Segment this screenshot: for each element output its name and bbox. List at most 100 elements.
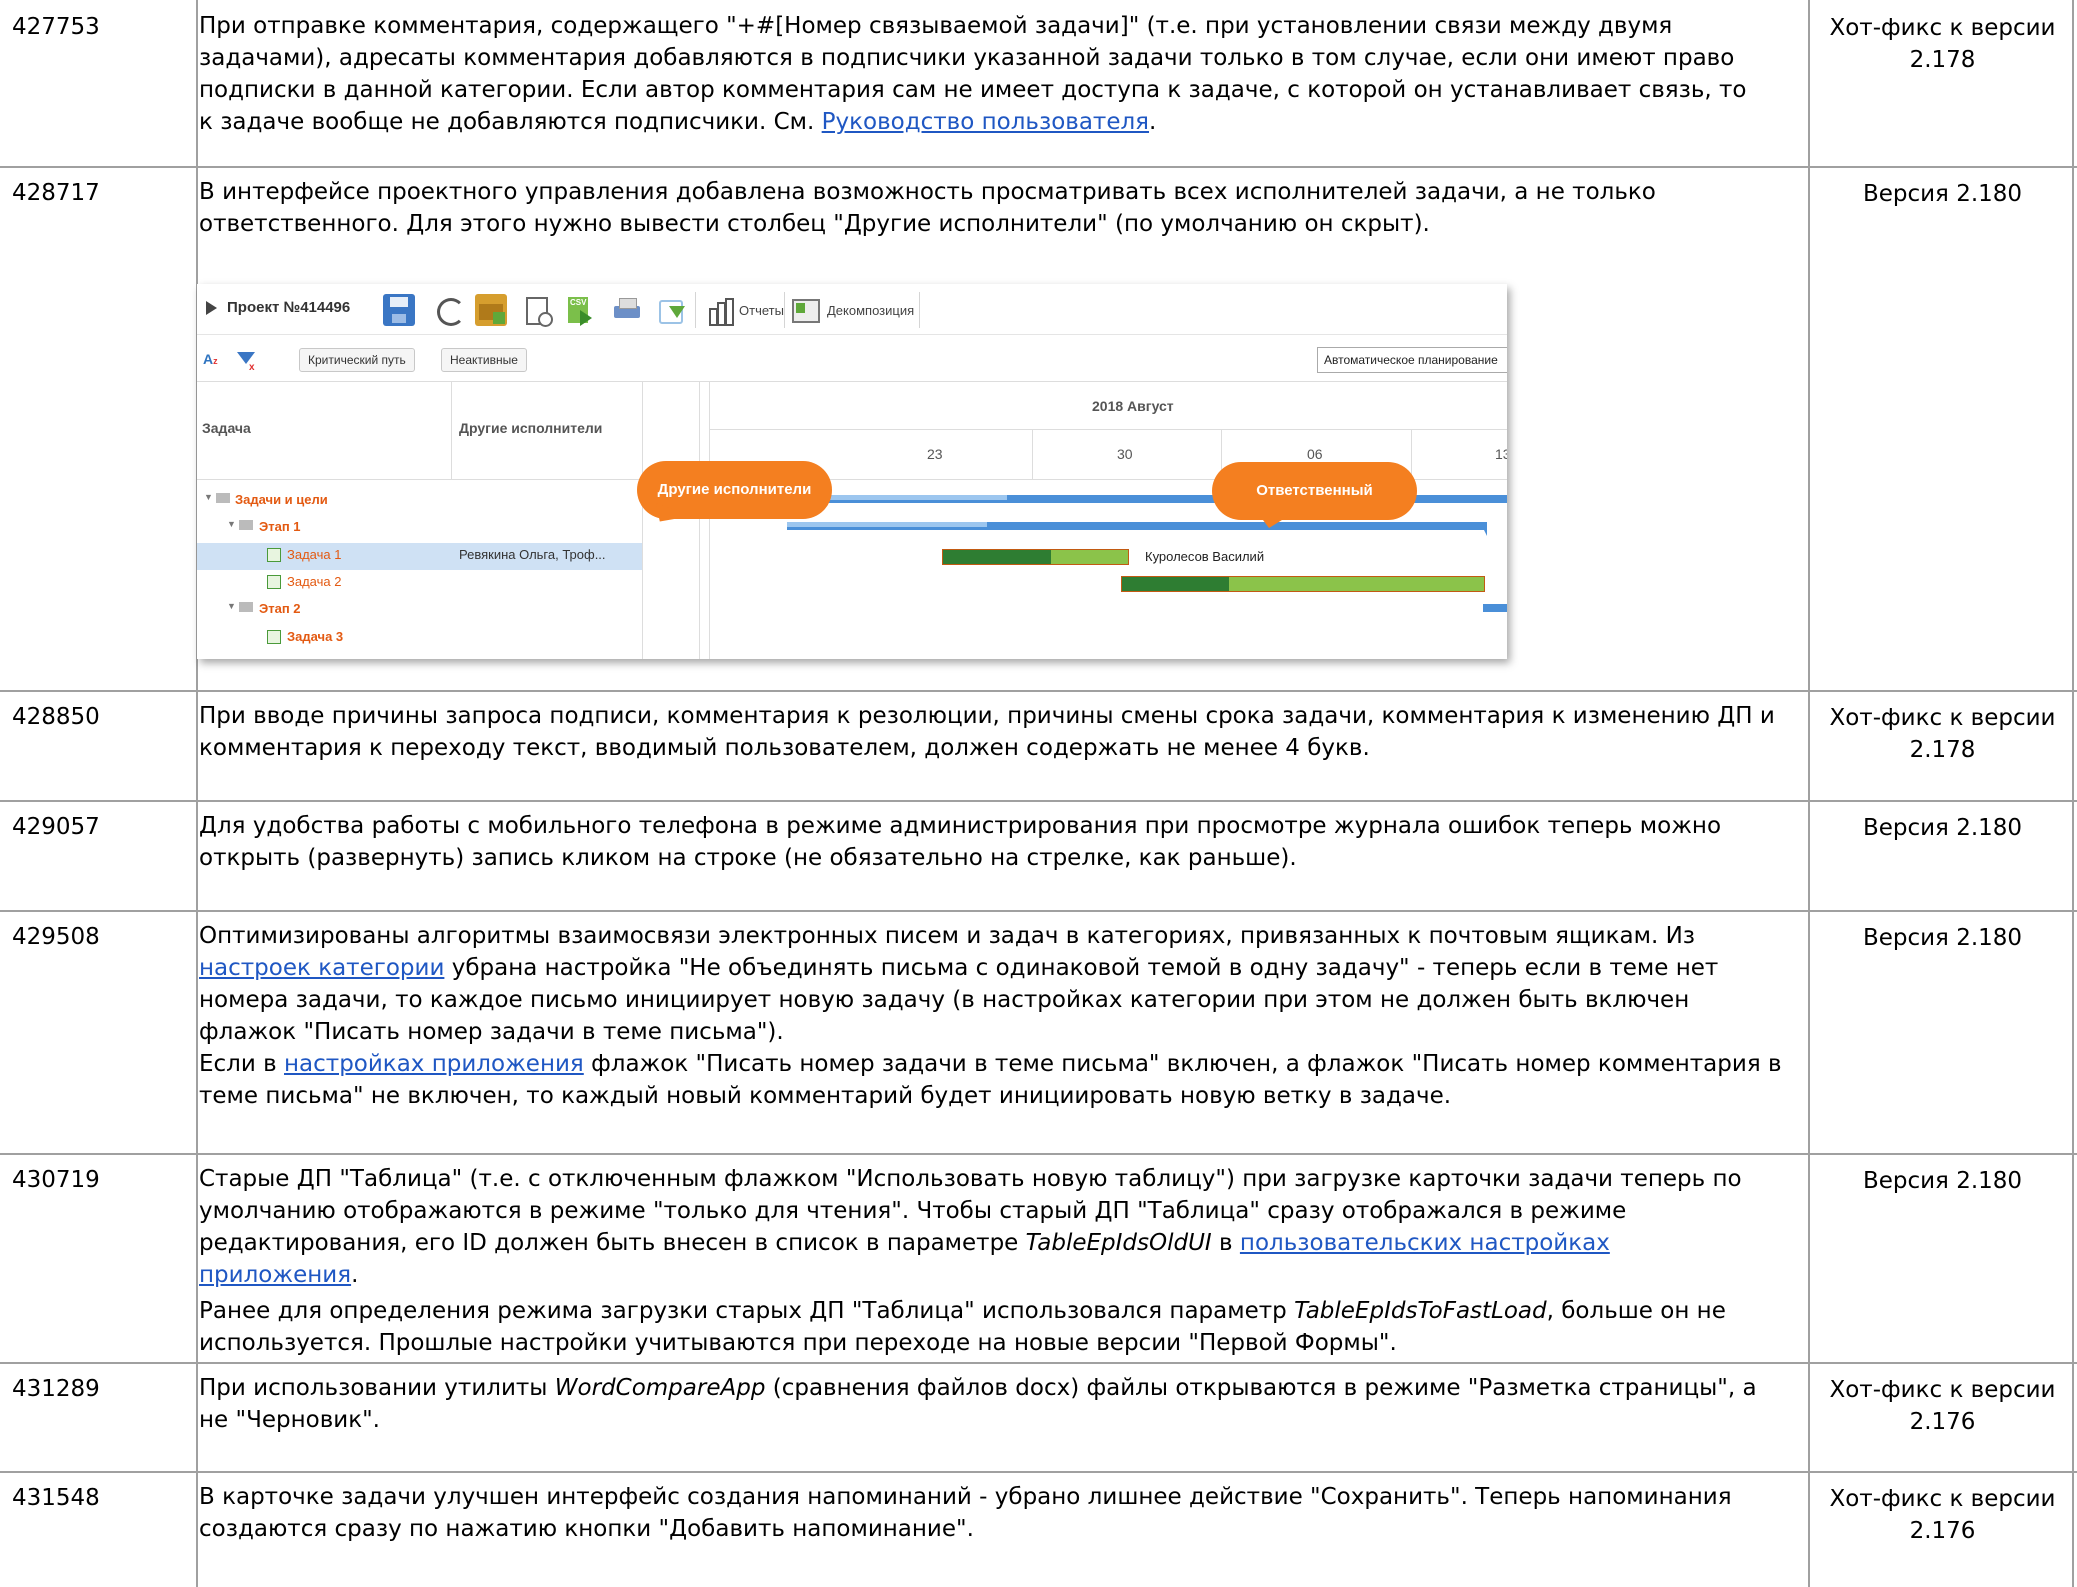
text-line: задачами), адресаты комментария добавляю… (199, 45, 1735, 71)
text-span: При использовании утилиты (199, 1375, 555, 1401)
export-icon[interactable] (655, 294, 687, 326)
col-others-header: Другие исполнители (459, 420, 603, 436)
grid-col (642, 381, 643, 659)
text-span: Ранее для определения режима загрузки ст… (199, 1298, 1295, 1324)
refresh-icon[interactable] (433, 294, 465, 326)
issue-id: 428717 (12, 180, 100, 206)
text-line: Для удобства работы с мобильного телефон… (199, 813, 1722, 839)
text-line: создаются сразу по нажатию кнопки "Добав… (199, 1516, 974, 1542)
gantt-stage1-progress (787, 522, 987, 527)
callout-responsible: Ответственный (1212, 462, 1417, 520)
text-line: открыть (развернуть) запись кликом на ст… (199, 845, 1297, 871)
issue-id: 428850 (12, 704, 100, 730)
project-title: Проект №414496 (227, 299, 351, 316)
text-line: При использовании утилиты WordCompareApp… (199, 1372, 1797, 1404)
table-row: 429508 Оптимизированы алгоритмы взаимосв… (0, 910, 2077, 1153)
text-line: Если в настройках приложения флажок "Пис… (199, 1048, 1797, 1080)
tree-row[interactable]: ▼ Задачи и цели (197, 488, 637, 515)
month-header: 2018 Август (1092, 398, 1174, 414)
grid-col (709, 381, 710, 659)
text-line: флажок "Писать номер задачи в теме письм… (199, 1019, 784, 1045)
tree-item-stage2[interactable]: Этап 2 (259, 601, 301, 616)
version: Хот-фикс к версии 2.176 (1808, 1374, 2077, 1438)
tree-row-selected[interactable]: Задача 1 Ревякина Ольга, Троф... (197, 543, 642, 570)
sort-az-icon[interactable]: Az (203, 351, 218, 367)
folder-icon (216, 493, 230, 503)
text-line: используется. Прошлые настройки учитываю… (199, 1330, 1397, 1356)
reports-label[interactable]: Отчеты (739, 303, 784, 318)
decomposition-label[interactable]: Декомпозиция (827, 303, 914, 318)
tree-row[interactable]: ▼ Этап 1 (197, 515, 637, 542)
version-line: 2.178 (1909, 47, 1976, 73)
reports-icon[interactable] (704, 294, 736, 326)
app-name: WordCompareApp (554, 1375, 766, 1401)
collapse-icon[interactable]: ▼ (227, 519, 236, 529)
app-settings-link[interactable]: настройках приложения (284, 1051, 584, 1077)
task-check-icon (267, 575, 281, 589)
version-line: Версия 2.180 (1862, 1168, 2023, 1194)
decomposition-icon[interactable] (789, 294, 821, 326)
text-line: Оптимизированы алгоритмы взаимосвязи эле… (199, 923, 1696, 949)
collapse-icon[interactable]: ▼ (227, 601, 236, 611)
callout-pointer (1257, 512, 1295, 528)
briefcase-add-icon[interactable] (475, 294, 507, 326)
add-document-icon[interactable] (520, 294, 553, 327)
text-line: подписки в данной категории. Если автор … (199, 77, 1747, 103)
tree-row[interactable]: Задача 2 (197, 570, 637, 597)
tree-item-task3[interactable]: Задача 3 (287, 629, 343, 644)
text-line: номера задачи, то каждое письмо иницииру… (199, 987, 1690, 1013)
folder-icon (239, 520, 253, 530)
print-icon[interactable] (611, 294, 643, 326)
day-30: 30 (1117, 446, 1133, 462)
csv-badge: CSV (570, 298, 587, 307)
task1-others: Ревякина Ольга, Троф... (459, 547, 606, 562)
version-line: Версия 2.180 (1862, 181, 2023, 207)
text-line: теме письма" не включен, то каждый новый… (199, 1083, 1452, 1109)
category-settings-link[interactable]: настроек категории (199, 955, 444, 981)
text-span: (сравнения файлов docx) файлы открываютс… (765, 1375, 1757, 1401)
description: При вводе причины запроса подписи, комме… (199, 700, 1797, 764)
table-row: 430719 Старые ДП "Таблица" (т.е. с отклю… (0, 1153, 2077, 1362)
version-line: Хот-фикс к версии (1829, 705, 2056, 731)
text-line: приложения. (199, 1259, 1797, 1291)
tree-row[interactable]: Задача 3 (197, 625, 637, 652)
gantt-stage2-bar[interactable] (1483, 604, 1507, 612)
text-span: , больше он не (1546, 1298, 1726, 1324)
expand-triangle-icon[interactable] (206, 301, 217, 315)
text-span: . (351, 1262, 359, 1288)
tree-item-tasks-goals[interactable]: Задачи и цели (235, 492, 328, 507)
gantt-stage1-end (1480, 522, 1487, 536)
table-row: 427753 При отправке комментария, содержа… (0, 0, 2077, 166)
csv-export-icon[interactable]: CSV (564, 294, 596, 326)
tree-row[interactable]: ▼ Этап 2 (197, 597, 637, 624)
tree-item-stage1[interactable]: Этап 1 (259, 519, 301, 534)
grid-col (451, 381, 452, 479)
version: Версия 2.180 (1808, 812, 2077, 844)
critical-path-button[interactable]: Критический путь (299, 348, 415, 372)
text-line: не "Черновик". (199, 1407, 380, 1433)
text-span: флажок "Писать номер задачи в теме письм… (583, 1051, 1782, 1077)
day-23: 23 (927, 446, 943, 462)
user-guide-link[interactable]: Руководство пользователя (822, 109, 1149, 135)
text-span: в (1211, 1230, 1240, 1256)
tree-item-task2[interactable]: Задача 2 (287, 574, 341, 589)
user-settings-link-cont[interactable]: приложения (199, 1262, 351, 1288)
user-settings-link[interactable]: пользовательских настройках (1240, 1230, 1610, 1256)
grid-col (1032, 429, 1033, 479)
auto-planning-select[interactable]: Автоматическое планирование (1317, 347, 1507, 373)
text-line: Старые ДП "Таблица" (т.е. с отключенным … (199, 1166, 1742, 1192)
text-line: При отправке комментария, содержащего "+… (199, 13, 1673, 39)
version: Хот-фикс к версии 2.176 (1808, 1483, 2077, 1547)
inactive-button[interactable]: Неактивные (441, 348, 527, 372)
gantt-task2-progress (1122, 577, 1229, 591)
day-13: 13 (1495, 446, 1507, 462)
text-span: убрана настройка "Не объединять письма с… (444, 955, 1719, 981)
text-span: редактирования, его ID должен быть внесе… (199, 1230, 1026, 1256)
text-span: к задаче вообще не добавляются подписчик… (199, 109, 822, 135)
text-span: Если в (199, 1051, 285, 1077)
collapse-icon[interactable]: ▼ (204, 492, 213, 502)
tree-item-task1[interactable]: Задача 1 (287, 547, 341, 562)
filter-clear-icon[interactable]: x (249, 362, 255, 373)
save-icon[interactable] (383, 294, 415, 326)
description: При использовании утилиты WordCompareApp… (199, 1372, 1797, 1436)
